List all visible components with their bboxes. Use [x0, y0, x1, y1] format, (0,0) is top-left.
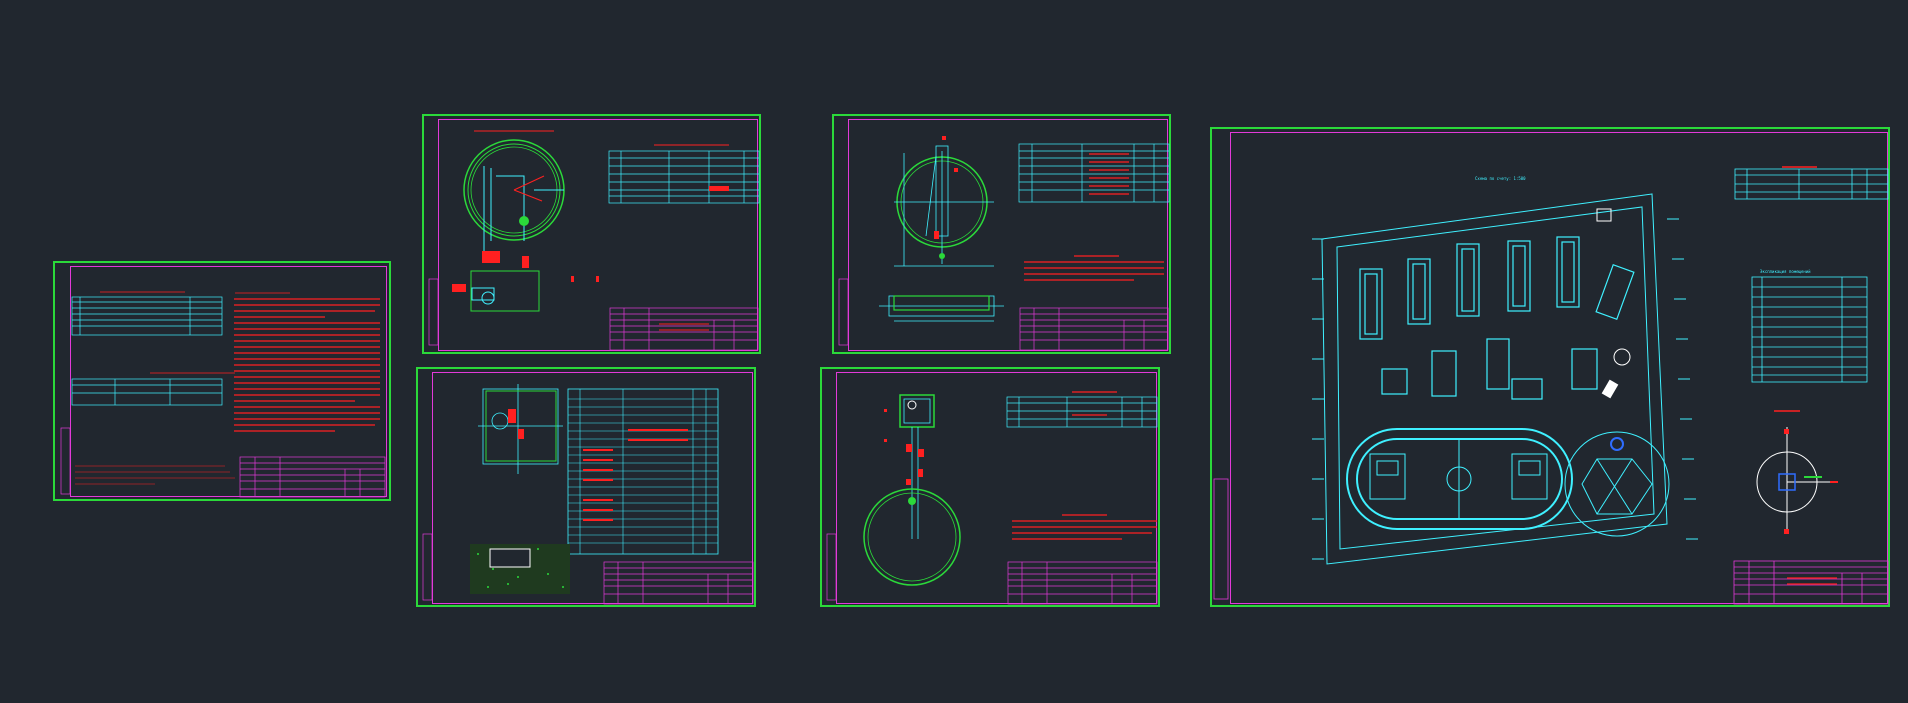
cad-viewport[interactable]: { "app": {"name": "CAD drawing viewer"},… [0, 0, 1908, 703]
well-plan-drawing [428, 130, 760, 351]
connection-scheme-sheet[interactable] [820, 367, 1160, 607]
connection-scheme-drawing [826, 391, 1158, 605]
site-plan-drawing [1213, 166, 1889, 605]
general-notes-sheet[interactable] [53, 261, 391, 501]
well-plan-sheet[interactable] [422, 114, 761, 354]
general-notes-drawing [60, 291, 386, 498]
pump-detail-drawing [422, 384, 754, 605]
well-section-sheet[interactable] [832, 114, 1171, 354]
site-plan-sheet[interactable]: Схема по счету: 1:500 Экспликация помеще… [1210, 127, 1890, 607]
well-section-drawing [838, 136, 1170, 351]
pump-detail-sheet[interactable] [416, 367, 756, 607]
